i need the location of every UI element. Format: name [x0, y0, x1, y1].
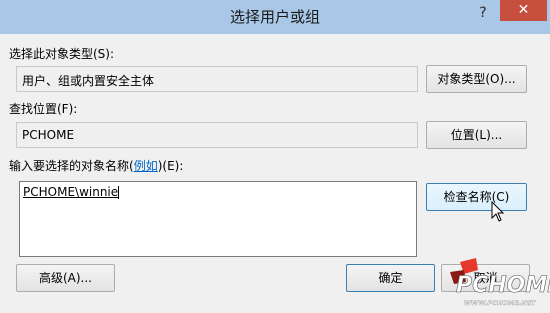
check-names-button[interactable]: 检查名称(C) — [426, 183, 527, 211]
text-cursor — [118, 186, 120, 199]
object-type-value: 用户、组或内置安全主体 — [22, 74, 155, 88]
help-button[interactable]: ? — [470, 2, 496, 24]
title-bar: 选择用户或组 ? ✕ — [0, 0, 550, 34]
pchome-watermark: PCHOME WWW.PCHOME.NET — [442, 256, 550, 310]
object-names-label: 输入要选择的对象名称(例如)(E): — [9, 157, 183, 174]
object-names-input[interactable]: PCHOME\winnie — [19, 181, 417, 257]
object-names-label-suffix: )(E): — [157, 159, 184, 173]
window-title: 选择用户或组 — [229, 8, 320, 26]
advanced-button[interactable]: 高级(A)... — [16, 264, 115, 292]
examples-link[interactable]: 例如 — [134, 159, 158, 173]
close-icon: ✕ — [517, 2, 530, 18]
object-type-label: 选择此对象类型(S): — [9, 47, 115, 61]
object-type-field: 用户、组或内置安全主体 — [16, 66, 418, 92]
location-value: PCHOME — [22, 128, 75, 142]
location-label: 查找位置(F): — [9, 102, 78, 116]
object-names-value: PCHOME\winnie — [23, 185, 119, 199]
ok-button[interactable]: 确定 — [346, 264, 435, 292]
location-field: PCHOME — [16, 122, 418, 148]
pchome-logo-icon: PCHOME WWW.PCHOME.NET — [450, 258, 550, 307]
close-button[interactable]: ✕ — [500, 0, 547, 21]
watermark-logo-text: PCHOME — [456, 273, 550, 298]
object-types-button[interactable]: 对象类型(O)... — [426, 65, 527, 93]
watermark-url: WWW.PCHOME.NET — [464, 299, 536, 307]
mouse-pointer-icon — [491, 201, 505, 222]
locations-button[interactable]: 位置(L)... — [426, 121, 527, 149]
object-names-label-prefix: 输入要选择的对象名称( — [9, 159, 134, 173]
